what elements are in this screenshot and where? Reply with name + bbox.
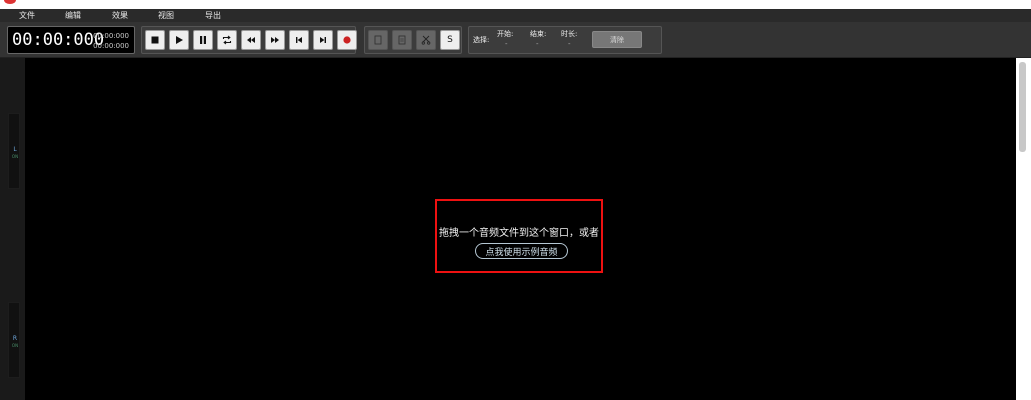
edit-tools: S <box>364 26 462 54</box>
time-display: 00:00:000 00:00:000 00:00:000 <box>7 26 135 54</box>
record-button[interactable] <box>337 30 357 50</box>
window-top-strip <box>0 0 1031 9</box>
s-button[interactable]: S <box>440 30 460 50</box>
play-button[interactable] <box>169 30 189 50</box>
fast-forward-icon <box>271 37 279 43</box>
app-logo-icon <box>4 0 16 4</box>
rewind-icon <box>247 37 255 43</box>
selection-duration-label: 时长: <box>561 30 578 38</box>
skip-back-icon <box>296 37 302 43</box>
copy-button[interactable] <box>368 30 388 50</box>
play-icon <box>176 36 183 44</box>
selection-start-label: 开始: <box>497 30 514 38</box>
pause-button[interactable] <box>193 30 213 50</box>
left-channel-meter: L ON <box>8 113 20 189</box>
cut-button[interactable] <box>416 30 436 50</box>
selection-duration-value: - <box>568 40 571 48</box>
record-icon <box>343 36 351 44</box>
time-main-readout: 00:00:000 <box>12 30 105 50</box>
menu-bar: 文件 编辑 效果 视图 导出 <box>0 9 1031 22</box>
stop-icon <box>151 36 159 44</box>
vertical-scrollbar[interactable] <box>1016 58 1031 400</box>
use-demo-audio-button[interactable]: 点我使用示例音频 <box>475 243 568 259</box>
right-channel-meter: R ON <box>8 302 20 378</box>
left-channel-label: L <box>13 146 17 153</box>
clear-selection-button[interactable]: 清除 <box>592 31 642 48</box>
skip-back-button[interactable] <box>289 30 309 50</box>
stop-button[interactable] <box>145 30 165 50</box>
right-channel-state: ON <box>11 343 19 348</box>
selection-end-label: 结束: <box>530 30 547 38</box>
drop-message: 拖拽一个音频文件到这个窗口，或者 <box>439 228 599 239</box>
copy-icon <box>374 35 382 45</box>
left-channel-state: ON <box>11 154 19 159</box>
paste-icon <box>398 35 406 45</box>
scrollbar-thumb[interactable] <box>1019 62 1026 152</box>
loop-button[interactable] <box>217 30 237 50</box>
selection-start-value: - <box>505 40 508 48</box>
menu-export[interactable]: 导出 <box>205 10 221 21</box>
menu-edit[interactable]: 编辑 <box>65 10 81 21</box>
toolbar: 00:00:000 00:00:000 00:00:000 S 选择: 开始: … <box>0 22 1031 58</box>
selection-panel: 选择: 开始: - 结束: - 时长: - 清除 <box>468 26 662 54</box>
time-total-readout: 00:00:000 <box>93 42 129 50</box>
loop-icon <box>222 35 232 45</box>
drop-zone[interactable]: 拖拽一个音频文件到这个窗口，或者 点我使用示例音频 <box>435 199 603 273</box>
time-current-readout: 00:00:000 <box>93 32 129 40</box>
menu-effects[interactable]: 效果 <box>112 10 128 21</box>
right-channel-label: R <box>12 335 18 342</box>
selection-end-value: - <box>536 40 539 48</box>
cut-icon <box>421 35 431 45</box>
pause-icon <box>200 36 206 44</box>
menu-file[interactable]: 文件 <box>19 10 35 21</box>
menu-view[interactable]: 视图 <box>158 10 174 21</box>
paste-button[interactable] <box>392 30 412 50</box>
transport-controls <box>141 26 357 54</box>
fast-forward-button[interactable] <box>265 30 285 50</box>
rewind-button[interactable] <box>241 30 261 50</box>
skip-forward-icon <box>320 37 326 43</box>
selection-label: 选择: <box>473 36 490 44</box>
skip-forward-button[interactable] <box>313 30 333 50</box>
